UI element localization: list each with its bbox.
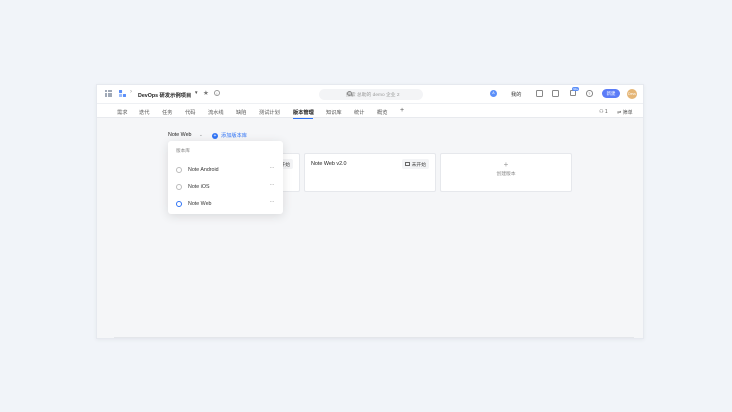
filter-button[interactable]: ⇌ 筛单 xyxy=(617,109,633,116)
message-count-badge: 99+ xyxy=(572,86,580,91)
library-dropdown: 版本库 Note Android ··· Note iOS ··· Note W… xyxy=(168,141,283,214)
search-placeholder: 搜索 总助的 demo 企业 2 xyxy=(346,92,400,98)
selected-library-label: Note Web xyxy=(168,132,192,138)
tab-code[interactable]: 代码 xyxy=(185,109,195,116)
create-version-label: 创建版本 xyxy=(496,172,516,177)
tab-statistics[interactable]: 统计 xyxy=(354,109,364,116)
create-version-card[interactable]: + 创建版本 xyxy=(440,153,572,192)
star-icon[interactable]: ★ xyxy=(203,89,209,97)
add-tab-icon[interactable]: + xyxy=(400,107,404,114)
app-window: › DevOps 研发示例项目 ▼ ★ i 搜索 总助的 demo 企业 2 A… xyxy=(96,84,644,339)
project-icon xyxy=(119,90,126,97)
dropdown-item[interactable]: Note iOS ··· xyxy=(168,179,283,194)
dropdown-item-label: Note Android xyxy=(188,166,219,173)
card-status-badge: 未开始 xyxy=(402,159,429,169)
mine-link[interactable]: 我的 xyxy=(511,91,521,98)
ellipsis-icon[interactable]: ··· xyxy=(270,199,275,205)
dropdown-header: 版本库 xyxy=(176,148,190,153)
tab-defects[interactable]: 缺陷 xyxy=(236,109,246,116)
card-title: Note Web v2.0 xyxy=(311,161,347,167)
help-icon[interactable]: ? xyxy=(586,90,593,97)
members-button[interactable]: ⚇ 1 xyxy=(599,109,608,115)
search-icon xyxy=(347,90,352,96)
tab-tasks[interactable]: 任务 xyxy=(162,109,172,116)
top-bar: › DevOps 研发示例项目 ▼ ★ i 搜索 总助的 demo 企业 2 A… xyxy=(97,85,643,103)
library-selector[interactable]: Note Web ⌄ xyxy=(168,132,203,138)
info-icon[interactable]: i xyxy=(214,90,220,96)
version-card[interactable]: Note Web v2.0 未开始 xyxy=(304,153,436,192)
dropdown-item-selected[interactable]: Note Web ··· xyxy=(168,196,283,211)
members-icon: ⚇ xyxy=(599,108,604,115)
filter-icon: ⇌ xyxy=(617,109,622,116)
dropdown-item-label: Note iOS xyxy=(188,183,210,190)
notes-icon[interactable] xyxy=(552,90,559,97)
radio-button-selected[interactable] xyxy=(176,200,182,207)
ellipsis-icon[interactable]: ··· xyxy=(270,182,275,188)
breadcrumb-chevron-icon: › xyxy=(130,89,132,95)
tab-iterations[interactable]: 迭代 xyxy=(139,109,149,116)
new-button[interactable]: 新建 xyxy=(602,89,620,98)
dropdown-item[interactable]: Note Android ··· xyxy=(168,162,283,177)
card-status-text: 未开始 xyxy=(411,162,426,168)
filter-label: 筛单 xyxy=(622,109,633,116)
chevron-down-icon: ⌄ xyxy=(198,132,203,137)
add-library-label: 添加版本库 xyxy=(221,133,247,139)
tab-overview[interactable]: 概览 xyxy=(377,109,387,116)
tab-pipeline[interactable]: 流水线 xyxy=(208,109,224,116)
tab-test-plan[interactable]: 测试计划 xyxy=(259,109,280,116)
calendar-icon xyxy=(405,161,410,166)
search-input[interactable]: 搜索 总助的 demo 企业 2 xyxy=(319,88,423,100)
avatar[interactable]: Devs xyxy=(627,88,637,99)
radio-button[interactable] xyxy=(176,183,182,190)
plus-circle-icon: + xyxy=(212,133,218,139)
app-grid-icon[interactable] xyxy=(105,90,113,98)
message-icon[interactable] xyxy=(570,90,576,96)
chevron-down-icon[interactable]: ▼ xyxy=(194,90,198,95)
calendar-icon[interactable] xyxy=(536,90,543,97)
plus-icon: + xyxy=(503,160,509,169)
project-name[interactable]: DevOps 研发示例项目 xyxy=(138,91,191,99)
tab-knowledge-base[interactable]: 知识库 xyxy=(326,109,342,116)
ellipsis-icon[interactable]: ··· xyxy=(270,165,275,171)
tab-requirements[interactable]: 需求 xyxy=(117,109,127,116)
add-library-button[interactable]: + 添加版本库 xyxy=(212,132,247,139)
radio-button[interactable] xyxy=(176,166,182,173)
ai-assistant-icon[interactable]: A xyxy=(490,90,497,97)
project-tab-bar: 需求 迭代 任务 代码 流水线 缺陷 测试计划 版本管理 知识库 统计 概览 +… xyxy=(97,103,643,119)
dropdown-item-label: Note Web xyxy=(188,200,212,207)
divider xyxy=(114,337,634,338)
members-count: 1 xyxy=(604,108,608,115)
active-tab-indicator xyxy=(293,118,313,119)
tab-version-management[interactable]: 版本管理 xyxy=(293,109,314,116)
